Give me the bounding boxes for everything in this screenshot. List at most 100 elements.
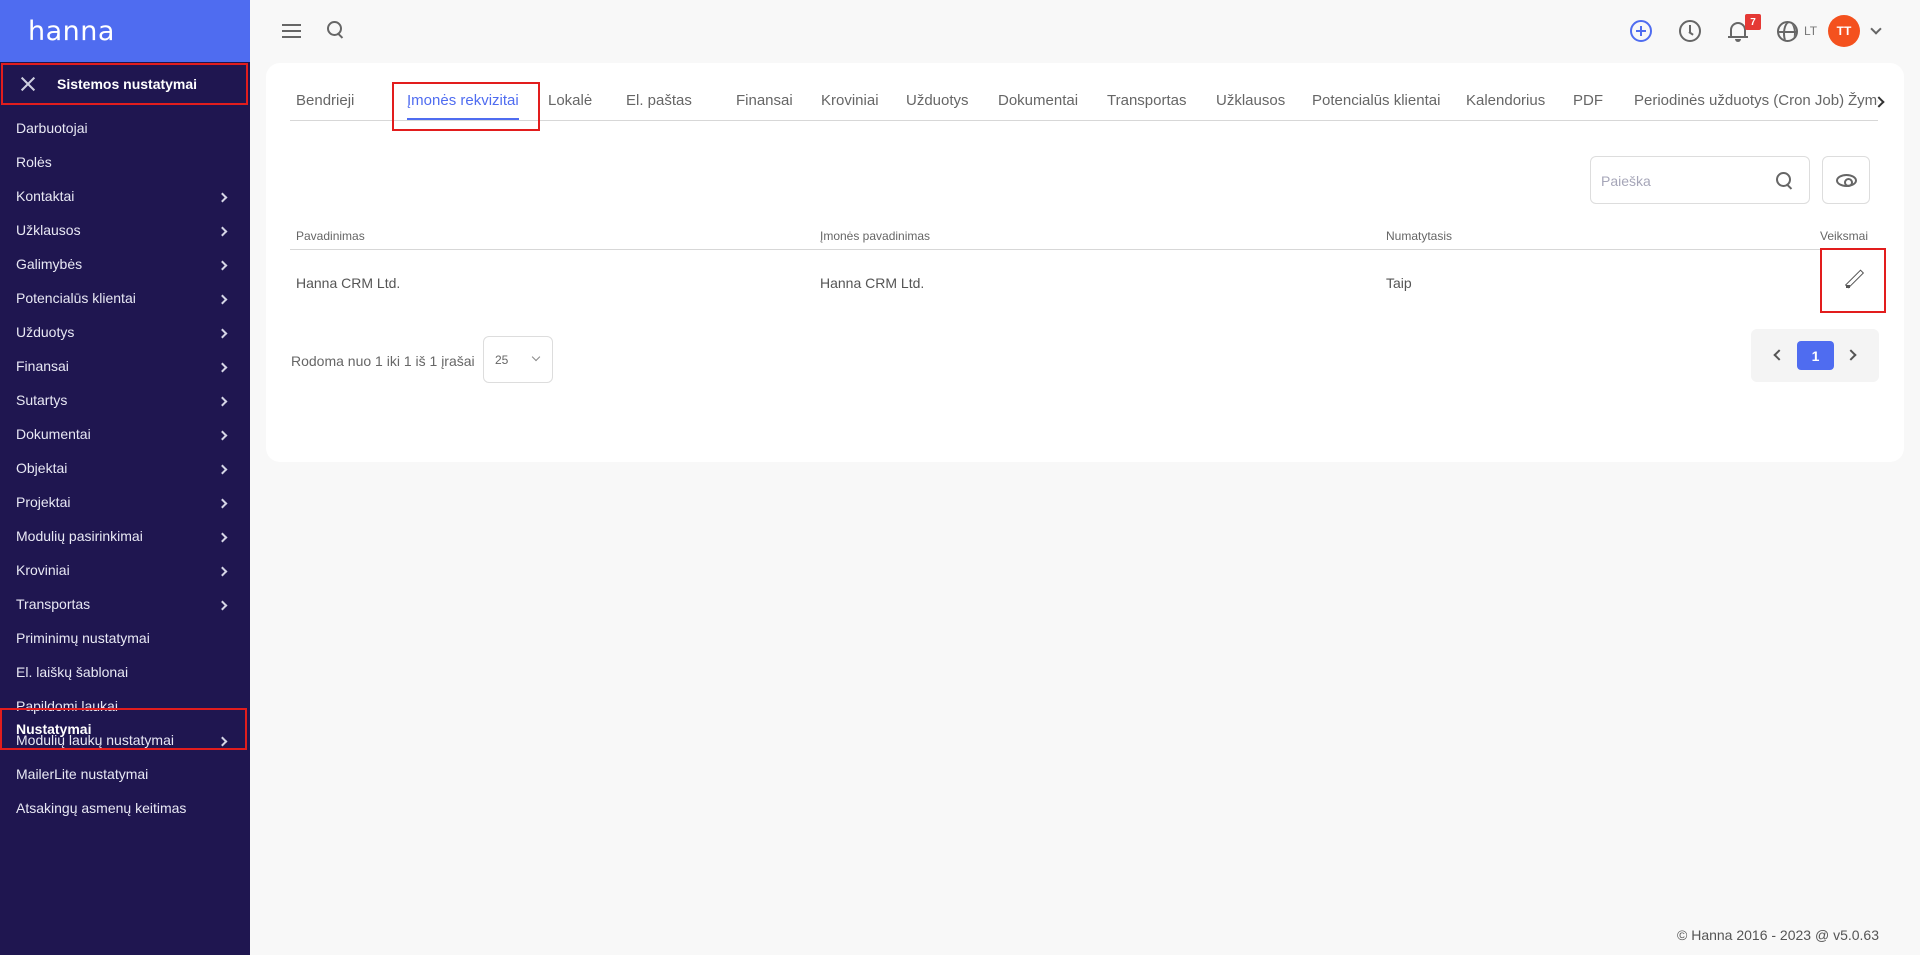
tab-kalendorius[interactable]: Kalendorius bbox=[1466, 92, 1545, 109]
eye-icon bbox=[1836, 174, 1857, 187]
sidebar-item-finansai[interactable]: Finansai bbox=[0, 349, 250, 383]
sidebar-item-label: Potencialūs klientai bbox=[16, 290, 136, 306]
sidebar-item-roles[interactable]: Rolės bbox=[0, 145, 250, 179]
settings-tabs: Bendrieji Įmonės rekvizitai Lokalė El. p… bbox=[290, 63, 1878, 131]
tab-bendrieji[interactable]: Bendrieji bbox=[296, 92, 354, 109]
sidebar-item-label: Finansai bbox=[16, 358, 69, 374]
cell-company-name: Hanna CRM Ltd. bbox=[820, 275, 925, 291]
sidebar: hanna Sistemos nustatymai Darbuotojai Ro… bbox=[0, 0, 250, 955]
table-header: Pavadinimas Įmonės pavadinimas Numatytas… bbox=[290, 225, 1870, 250]
sidebar-item-label: Galimybės bbox=[16, 256, 83, 272]
pencil-icon bbox=[1844, 270, 1864, 290]
copyright: © Hanna 2016 - 2023 @ v5.0.63 bbox=[1677, 927, 1879, 943]
sidebar-item-label: Darbuotojai bbox=[16, 120, 88, 136]
sidebar-item-priminimu-nustatymai[interactable]: Priminimų nustatymai bbox=[0, 621, 250, 655]
sidebar-item-label: Modulių pasirinkimai bbox=[16, 528, 143, 544]
globe-icon[interactable] bbox=[1777, 21, 1798, 42]
sidebar-item-label: Kontaktai bbox=[16, 188, 75, 204]
column-header-name[interactable]: Pavadinimas bbox=[296, 229, 365, 243]
chevron-right-icon bbox=[217, 260, 228, 270]
chevron-right-icon bbox=[217, 396, 228, 406]
chevron-down-icon[interactable] bbox=[1870, 23, 1882, 35]
cell-name: Hanna CRM Ltd. bbox=[296, 275, 401, 291]
sidebar-item-transportas[interactable]: Transportas bbox=[0, 587, 250, 621]
chevron-right-icon bbox=[217, 464, 228, 474]
sidebar-item-sutartys[interactable]: Sutartys bbox=[0, 383, 250, 417]
tab-dokumentai[interactable]: Dokumentai bbox=[998, 92, 1078, 109]
sidebar-item-label: Rolės bbox=[16, 154, 52, 170]
chevron-down-icon bbox=[531, 352, 541, 362]
sidebar-item-potencialus-klientai[interactable]: Potencialūs klientai bbox=[0, 281, 250, 315]
tab-lokale[interactable]: Lokalė bbox=[548, 92, 592, 109]
column-visibility-button[interactable] bbox=[1822, 156, 1870, 204]
sidebar-item-kroviniai[interactable]: Kroviniai bbox=[0, 553, 250, 587]
system-settings-header[interactable]: Sistemos nustatymai bbox=[1, 63, 248, 105]
sidebar-item-moduliu-pasirinkimai[interactable]: Modulių pasirinkimai bbox=[0, 519, 250, 553]
hamburger-icon[interactable] bbox=[282, 24, 301, 38]
sidebar-item-label: Atsakingų asmenų keitimas bbox=[16, 800, 187, 816]
tab-uzduotys[interactable]: Užduotys bbox=[906, 92, 969, 109]
plus-circle-icon[interactable] bbox=[1630, 20, 1652, 42]
sidebar-item-label: Dokumentai bbox=[16, 426, 91, 442]
search-icon[interactable] bbox=[327, 21, 345, 39]
chevron-left-icon[interactable] bbox=[1773, 349, 1785, 361]
chevron-right-icon[interactable] bbox=[1845, 349, 1857, 361]
sidebar-item-dokumentai[interactable]: Dokumentai bbox=[0, 417, 250, 451]
sidebar-item-mailerlite-nustatymai[interactable]: MailerLite nustatymai bbox=[0, 757, 250, 791]
column-header-actions: Veiksmai bbox=[1820, 229, 1869, 243]
sidebar-item-objektai[interactable]: Objektai bbox=[0, 451, 250, 485]
chevron-right-icon bbox=[217, 294, 228, 304]
chevron-right-icon bbox=[217, 566, 228, 576]
sidebar-item-projektai[interactable]: Projektai bbox=[0, 485, 250, 519]
chevron-right-icon bbox=[217, 600, 228, 610]
sidebar-item-label: Kroviniai bbox=[16, 562, 70, 578]
edit-button[interactable] bbox=[1820, 248, 1886, 313]
sidebar-item-label: Projektai bbox=[16, 494, 71, 510]
page-button-current[interactable]: 1 bbox=[1797, 341, 1834, 370]
main-card: Bendrieji Įmonės rekvizitai Lokalė El. p… bbox=[266, 63, 1904, 462]
column-header-default[interactable]: Numatytasis bbox=[1386, 229, 1452, 243]
tab-transportas[interactable]: Transportas bbox=[1107, 92, 1186, 109]
search-input[interactable] bbox=[1601, 171, 1761, 191]
close-icon[interactable] bbox=[19, 75, 37, 93]
sidebar-item-darbuotojai[interactable]: Darbuotojai bbox=[0, 111, 250, 145]
sidebar-item-atsakingu-asmenu-keitimas[interactable]: Atsakingų asmenų keitimas bbox=[0, 791, 250, 825]
page-size-select[interactable]: 25 bbox=[483, 336, 553, 383]
clock-icon[interactable] bbox=[1679, 20, 1701, 42]
sidebar-item-uzduotys[interactable]: Užduotys bbox=[0, 315, 250, 349]
sidebar-item-uzklausos[interactable]: Užklausos bbox=[0, 213, 250, 247]
sidebar-item-el-laisku-sablonai[interactable]: El. laiškų šablonai bbox=[0, 655, 250, 689]
tab-finansai[interactable]: Finansai bbox=[736, 92, 793, 109]
chevron-right-icon bbox=[217, 532, 228, 542]
search-box bbox=[1590, 156, 1810, 204]
page-size-value: 25 bbox=[495, 353, 509, 367]
notification-badge: 7 bbox=[1745, 14, 1761, 30]
hanna-logo[interactable]: hanna bbox=[28, 16, 115, 47]
cell-default: Taip bbox=[1386, 275, 1412, 291]
sidebar-item-label: Sutartys bbox=[16, 392, 68, 408]
sidebar-item-label: Priminimų nustatymai bbox=[16, 630, 150, 646]
language-label[interactable]: LT bbox=[1804, 24, 1817, 38]
sidebar-item-kontaktai[interactable]: Kontaktai bbox=[0, 179, 250, 213]
logo-bar: hanna bbox=[0, 0, 250, 62]
tab-pdf[interactable]: PDF bbox=[1573, 92, 1603, 109]
tab-uzklausos[interactable]: Užklausos bbox=[1216, 92, 1285, 109]
tab-el-pastas[interactable]: El. paštas bbox=[626, 92, 692, 109]
chevron-right-icon bbox=[217, 362, 228, 372]
tab-kroviniai[interactable]: Kroviniai bbox=[821, 92, 879, 109]
tab-periodines-uzduotys[interactable]: Periodinės užduotys (Cron Job) bbox=[1634, 92, 1844, 109]
sidebar-item-label: Užklausos bbox=[16, 222, 81, 238]
tab-potencialus-klientai[interactable]: Potencialūs klientai bbox=[1312, 92, 1440, 109]
table-row: Hanna CRM Ltd. Hanna CRM Ltd. Taip bbox=[290, 251, 1870, 316]
chevron-right-icon bbox=[217, 498, 228, 508]
avatar[interactable]: TT bbox=[1828, 15, 1860, 47]
search-icon[interactable] bbox=[1776, 172, 1794, 190]
column-header-company-name[interactable]: Įmonės pavadinimas bbox=[820, 229, 930, 243]
sidebar-item-label: MailerLite nustatymai bbox=[16, 766, 149, 782]
chevron-right-icon bbox=[217, 328, 228, 338]
topbar: 7 LT TT bbox=[250, 0, 1920, 62]
sidebar-item-nustatymai[interactable]: Nustatymai bbox=[0, 708, 247, 750]
sidebar-item-label: Nustatymai bbox=[16, 721, 92, 737]
sidebar-item-label: Objektai bbox=[16, 460, 68, 476]
sidebar-item-galimybes[interactable]: Galimybės bbox=[0, 247, 250, 281]
